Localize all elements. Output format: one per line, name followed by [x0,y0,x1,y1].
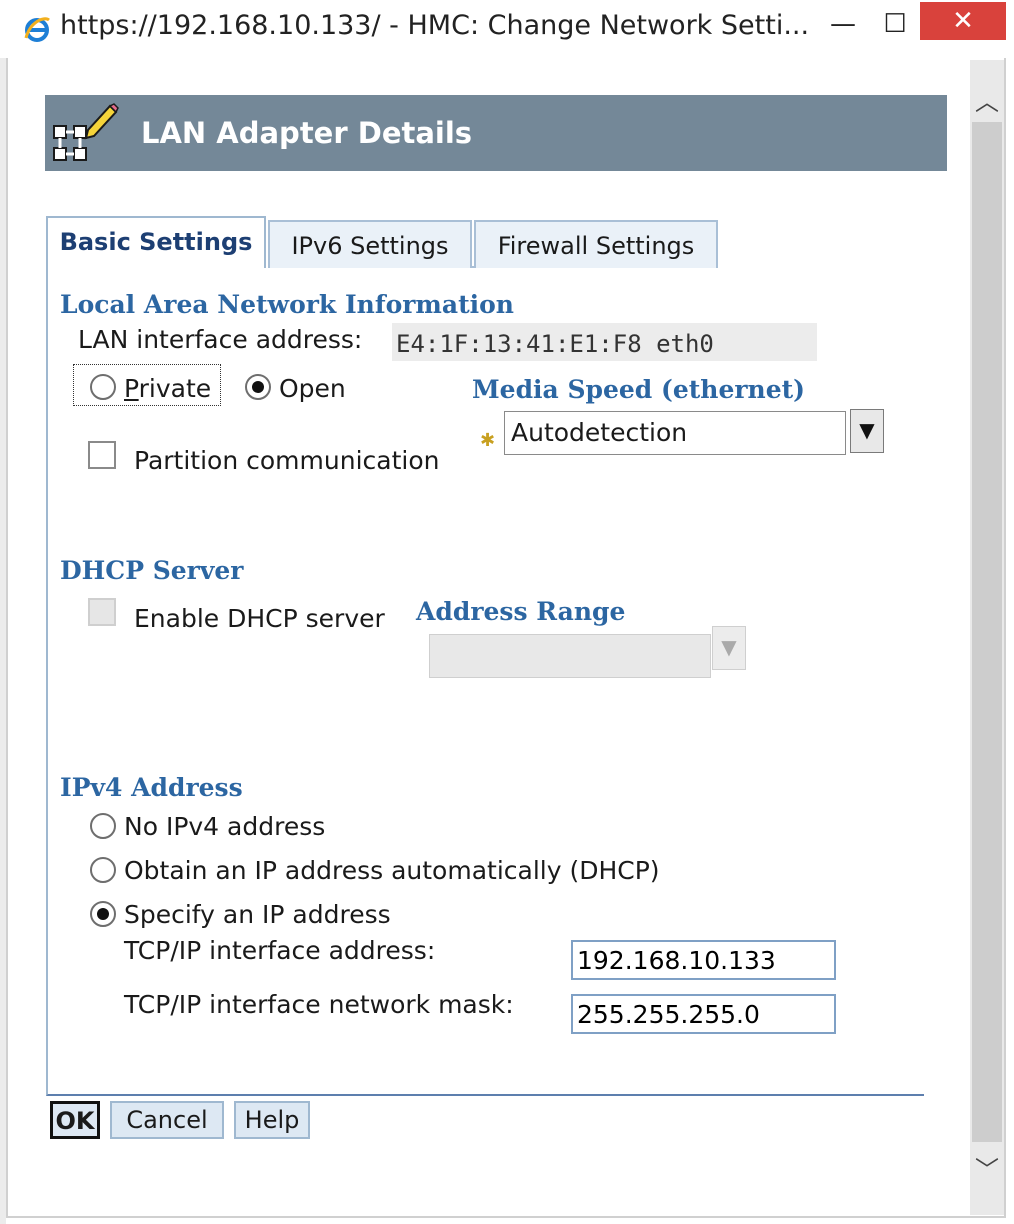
internet-explorer-icon [24,17,50,42]
private-label[interactable]: Private [124,374,211,403]
ok-button[interactable]: OK [50,1101,100,1139]
tcpip-mask-input[interactable] [571,994,836,1034]
address-range-dropdown-arrow-icon[interactable]: ▼ [712,626,746,670]
media-speed-dropdown-arrow-icon[interactable]: ▼ [850,409,884,453]
enable-dhcp-checkbox[interactable] [88,598,116,626]
partition-communication-checkbox[interactable] [88,441,116,469]
specify-ip-radio[interactable] [90,901,116,927]
dhcp-section-title: DHCP Server [60,556,244,585]
scroll-down-arrow-icon[interactable]: ﹀ [972,1150,1002,1190]
scrollbar-thumb[interactable] [972,122,1002,1142]
tab-basic-settings[interactable]: Basic Settings [46,216,266,268]
close-button[interactable]: ✕ [920,2,1006,40]
tcpip-mask-label: TCP/IP interface network mask: [124,990,514,1019]
open-label[interactable]: Open [279,374,346,403]
required-marker-icon: ✱ [480,430,496,451]
no-ipv4-radio[interactable] [90,813,116,839]
lan-section-title: Local Area Network Information [60,290,514,319]
tab-firewall-settings[interactable]: Firewall Settings [474,220,718,268]
dhcp-ip-radio[interactable] [90,857,116,883]
network-edit-icon [53,103,119,161]
lan-interface-value: E4:1F:13:41:E1:F8 eth0 [396,330,714,358]
no-ipv4-label[interactable]: No IPv4 address [124,812,325,841]
lan-interface-label: LAN interface address: [78,325,363,354]
scroll-up-arrow-icon[interactable]: ︿ [972,82,1002,122]
tcpip-address-input[interactable] [571,940,836,980]
partition-communication-label[interactable]: Partition communication [134,446,439,475]
dhcp-ip-label[interactable]: Obtain an IP address automatically (DHCP… [124,856,660,885]
page-title: LAN Adapter Details [141,116,473,150]
ipv4-section-title: IPv4 Address [60,773,243,802]
address-range-select[interactable] [429,634,711,678]
help-button[interactable]: Help [234,1101,310,1139]
open-radio[interactable] [245,374,271,400]
private-radio[interactable] [90,374,116,400]
window-title: https://192.168.10.133/ - HMC: Change Ne… [60,10,810,41]
address-range-title: Address Range [416,597,626,626]
maximize-button[interactable]: ☐ [878,6,912,42]
tab-ipv6-settings[interactable]: IPv6 Settings [268,220,472,268]
media-speed-title: Media Speed (ethernet) [472,375,805,404]
cancel-button[interactable]: Cancel [110,1101,224,1139]
minimize-button[interactable]: — [826,6,860,42]
tcpip-address-label: TCP/IP interface address: [124,936,436,965]
specify-ip-label[interactable]: Specify an IP address [124,900,391,929]
media-speed-select[interactable]: Autodetection [504,411,846,455]
enable-dhcp-label[interactable]: Enable DHCP server [134,604,385,633]
